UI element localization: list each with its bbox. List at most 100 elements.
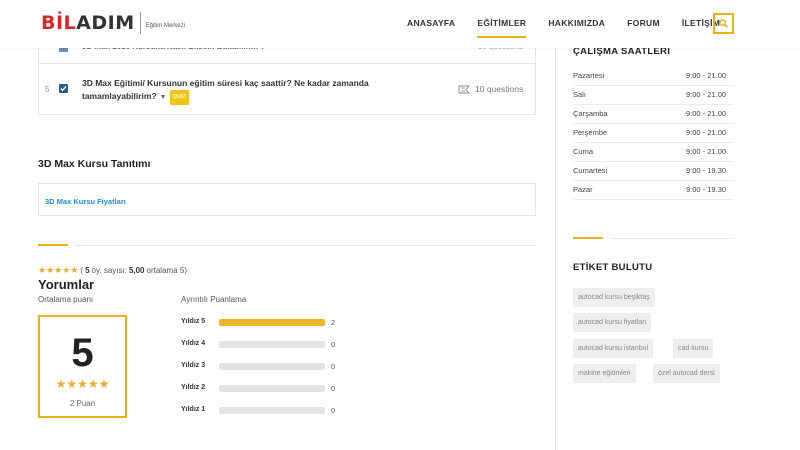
chevron-down-icon[interactable]: ▼ <box>160 94 167 101</box>
star-icon: ★ <box>66 377 78 391</box>
site-logo[interactable]: BİL ADIM Eğitim Merkezi <box>41 12 185 34</box>
hours-row: Çarşamba 9:00 - 21.00 <box>573 105 734 124</box>
tag-link[interactable]: özel autocad dersi <box>653 364 720 383</box>
lesson-questions-count: 10 questions <box>475 84 524 94</box>
site-header: BİL ADIM Eğitim Merkezi ANASAYFA EĞİTİMLE… <box>0 0 800 48</box>
hours-time: 9:00 - 21.00 <box>686 128 727 137</box>
rating-average: 5,00 <box>128 266 145 275</box>
rating-votes: 5 <box>85 266 90 275</box>
hours-day: Pazar <box>573 185 593 194</box>
logo-subtitle: Eğitim Merkezi <box>145 23 185 29</box>
rating-bar-label: Yıldız 5 <box>181 318 206 325</box>
hours-row: Cumartesi 9:00 - 19.30 <box>573 162 734 181</box>
nav-item-egitimler[interactable]: EĞİTİMLER <box>477 18 527 38</box>
reviews-title: Yorumlar <box>38 277 95 292</box>
hours-day: Pazartesi <box>573 71 605 80</box>
detailed-rating-label: Ayrıntılı Puanlama <box>181 295 247 304</box>
hours-day: Perşembe <box>573 128 608 137</box>
main-nav: ANASAYFA EĞİTİMLER HAKKIMIZDA FORUM İLET… <box>407 18 742 38</box>
search-icon <box>719 19 728 28</box>
sidebar-divider-line <box>611 238 734 239</box>
lesson-title: 3D Max Eğitimi/ Kursunun eğitim süresi k… <box>82 78 369 101</box>
nav-item-forum[interactable]: FORUM <box>627 18 660 28</box>
tag-link[interactable]: cad kursu <box>673 339 714 358</box>
hours-time: 9:00 - 19.30 <box>686 166 727 175</box>
hours-row: Cuma 9:00 - 21.00 <box>573 143 734 162</box>
divider-line <box>76 245 536 246</box>
star-icon[interactable]: ★ <box>62 266 70 275</box>
rating-suffix: ortalama 5) <box>146 266 187 275</box>
rating-mid: oy. sayısı: <box>91 266 127 275</box>
rating-bar-count: 2 <box>331 318 336 327</box>
rating-bar-row: Yıldız 1 0 <box>181 406 341 416</box>
rating-bar-count: 0 <box>331 384 336 393</box>
hours-row: Perşembe 9:00 - 21.00 <box>573 124 734 143</box>
average-rating-value: 5 <box>71 331 94 375</box>
quiz-badge: QUIZ <box>169 90 189 105</box>
logo-text-dark: ADIM <box>76 12 135 34</box>
hours-day: Cuma <box>573 147 594 156</box>
rating-bar-count: 0 <box>331 406 336 415</box>
rating-bar-row: Yıldız 4 0 <box>181 340 341 350</box>
hours-day: Çarşamba <box>573 109 608 118</box>
star-icon[interactable]: ★ <box>46 266 54 275</box>
hours-time: 9:00 - 21.00 <box>686 147 727 156</box>
lesson-questions: 10 questions <box>458 84 523 94</box>
rating-bar-count: 0 <box>331 340 336 349</box>
rating-bar-track <box>219 341 325 348</box>
logo-text-red: BİL <box>41 12 77 34</box>
rating-bar-track <box>219 363 325 370</box>
divider-accent <box>38 244 68 246</box>
rating-bar-track <box>219 319 325 326</box>
star-icon: ★ <box>87 377 99 391</box>
lesson-checkbox[interactable] <box>59 84 68 93</box>
rating-bar-fill <box>219 319 325 326</box>
rating-bar-row: Yıldız 2 0 <box>181 384 341 394</box>
nav-item-anasayfa[interactable]: ANASAYFA <box>407 18 455 28</box>
hours-row: Pazar 9:00 - 19.30 <box>573 181 734 200</box>
hours-time: 9:00 - 21.00 <box>686 109 727 118</box>
star-icon: ★ <box>98 377 110 391</box>
rating-count: 2 Puan <box>69 399 96 408</box>
hours-row: Salı 9:00 - 21.00 <box>573 86 734 105</box>
sidebar-divider-accent <box>573 237 603 239</box>
tag-link[interactable]: autocad kursu beşiktaş <box>573 288 655 307</box>
rating-stars[interactable]: ★ ★ ★ ★ ★ <box>38 266 78 275</box>
rating-bar-label: Yıldız 3 <box>181 362 206 369</box>
rating-bar-row: Yıldız 3 0 <box>181 362 341 372</box>
lesson-number: 5 <box>45 85 50 94</box>
hours-day: Cumartesi <box>573 166 608 175</box>
intro-title: 3D Max Kursu Tanıtımı <box>38 158 151 170</box>
hours-time: 9:00 - 19.30 <box>686 185 727 194</box>
questions-icon <box>458 85 470 93</box>
hours-row: Pazartesi 9:00 - 21.00 <box>573 67 734 86</box>
course-prices-link[interactable]: 3D Max Kursu Fiyatları <box>45 197 126 206</box>
nav-item-hakkimizda[interactable]: HAKKIMIZDA <box>548 18 605 28</box>
star-icon: ★ <box>55 377 67 391</box>
curriculum-list: 3D Max 2016 Kursuna Nasıl Bilsem Bulabil… <box>38 40 536 115</box>
tag-link[interactable]: makine eğitimleri <box>573 364 636 383</box>
average-stars: ★ ★ ★ ★ ★ <box>40 378 125 390</box>
star-icon[interactable]: ★ <box>38 266 46 275</box>
star-icon: ★ <box>77 377 88 391</box>
intro-box: 3D Max Kursu Fiyatları <box>38 183 536 216</box>
rating-summary: ★ ★ ★ ★ ★ (5 oy. sayısı: 5,00 ortalama 5) <box>38 266 187 276</box>
rating-bar-track <box>219 407 325 414</box>
rating-bar-label: Yıldız 2 <box>181 384 206 391</box>
rating-prefix: ( <box>80 266 84 275</box>
search-button[interactable] <box>713 13 734 34</box>
logo-separator <box>139 12 141 34</box>
average-rating-box: 5 ★ ★ ★ ★ ★ 2 Puan <box>38 315 127 418</box>
tag-link[interactable]: autocad kursu istanbul <box>573 339 654 358</box>
rating-bar-track <box>219 385 325 392</box>
hours-time: 9:00 - 21.00 <box>686 90 727 99</box>
lesson-title-link[interactable]: 3D Max Eğitimi/ Kursunun eğitim süresi k… <box>82 77 412 105</box>
rating-bar-label: Yıldız 4 <box>181 340 206 347</box>
star-icon[interactable]: ★ <box>54 266 62 275</box>
rating-bar-count: 0 <box>331 362 336 371</box>
average-label: Ortalama puanı <box>38 295 94 304</box>
check-icon <box>60 85 67 92</box>
hours-day: Salı <box>573 90 586 99</box>
star-icon[interactable]: ★ <box>70 266 78 275</box>
tag-link[interactable]: autocad kursu fiyatları <box>573 313 652 332</box>
